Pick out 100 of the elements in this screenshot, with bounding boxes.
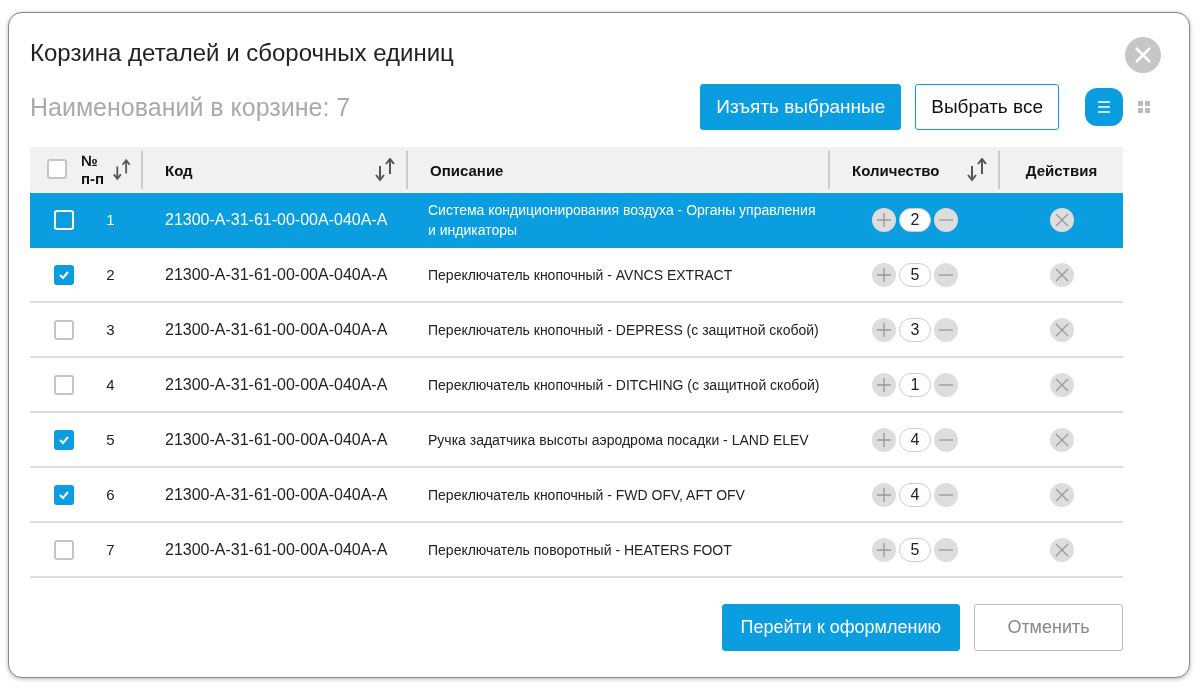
checkbox[interactable] bbox=[47, 158, 67, 179]
plus-icon bbox=[876, 486, 892, 503]
close-icon bbox=[1054, 267, 1069, 282]
part-description: Переключатель поворотный - HEATERS FOOT bbox=[428, 540, 732, 560]
checkbox[interactable] bbox=[54, 374, 74, 395]
quantity-value[interactable]: 5 bbox=[899, 537, 931, 562]
plus-button[interactable] bbox=[872, 482, 896, 507]
plus-icon bbox=[876, 376, 892, 393]
part-code: 21300-A-31-61-00-00A-040A-A bbox=[164, 320, 388, 339]
quantity-value[interactable]: 3 bbox=[899, 317, 931, 342]
minus-button[interactable] bbox=[934, 537, 958, 562]
column-header: Код bbox=[165, 161, 193, 179]
toolbar-button[interactable]: Выбрать все bbox=[915, 84, 1059, 130]
quantity-value[interactable]: 4 bbox=[899, 427, 931, 452]
quantity-stepper[interactable]: 2 bbox=[872, 207, 958, 232]
plus-button[interactable] bbox=[872, 262, 896, 287]
minus-button[interactable] bbox=[934, 372, 958, 397]
table-row[interactable]: 4 21300-A-31-61-00-00A-040A-A Переключатель кнопочный - DITCHING (с защитной скобой) 1 bbox=[30, 358, 1123, 413]
plus-button[interactable] bbox=[872, 427, 896, 452]
minus-button[interactable] bbox=[934, 427, 958, 452]
column-header: Количество bbox=[852, 161, 940, 179]
row-number: 6 bbox=[106, 486, 115, 503]
footer-button[interactable]: Отменить bbox=[974, 604, 1123, 651]
plus-button[interactable] bbox=[872, 317, 896, 342]
minus-icon bbox=[938, 438, 954, 441]
minus-icon bbox=[938, 273, 954, 276]
checkbox[interactable] bbox=[54, 484, 74, 505]
part-code: 21300-A-31-61-00-00A-040A-A bbox=[164, 210, 388, 229]
quantity-stepper[interactable]: 4 bbox=[872, 482, 958, 507]
quantity-stepper[interactable]: 5 bbox=[872, 262, 958, 287]
plus-button[interactable] bbox=[872, 537, 896, 562]
quantity-stepper[interactable]: 1 bbox=[872, 372, 958, 397]
table-row[interactable]: 6 21300-A-31-61-00-00A-040A-A Переключатель кнопочный - FWD OFV, AFT OFV 4 bbox=[30, 468, 1123, 523]
row-number: 4 bbox=[106, 376, 115, 393]
sort-icon[interactable] bbox=[111, 158, 131, 182]
quantity-value[interactable]: 5 bbox=[899, 262, 931, 287]
remove-button[interactable] bbox=[1049, 427, 1074, 452]
row-number: 5 bbox=[106, 431, 115, 448]
remove-button[interactable] bbox=[1049, 207, 1074, 232]
row-number: 7 bbox=[106, 541, 115, 558]
row-number: 1 bbox=[106, 211, 115, 228]
minus-icon bbox=[938, 548, 954, 551]
sort-icon[interactable] bbox=[966, 158, 988, 182]
part-description: Ручка задатчика высоты аэродрома посадки - LAND ELEV bbox=[428, 430, 809, 450]
part-code: 21300-A-31-61-00-00A-040A-A bbox=[164, 375, 388, 394]
column-header: № п-п bbox=[81, 152, 106, 188]
part-description: Система кондиционирования воздуха - Органы управления и индикаторы bbox=[428, 200, 817, 240]
minus-icon bbox=[938, 218, 954, 221]
table-row[interactable]: 1 21300-A-31-61-00-00A-040A-A Система кондиционирования воздуха - Органы управления и индикаторы 2 bbox=[30, 193, 1123, 248]
part-description: Переключатель кнопочный - DEPRESS (с защитной скобой) bbox=[428, 320, 819, 340]
close-icon bbox=[1054, 322, 1069, 337]
plus-button[interactable] bbox=[872, 207, 896, 232]
view-toggle[interactable] bbox=[1085, 88, 1123, 126]
minus-icon bbox=[938, 493, 954, 496]
close-icon bbox=[1054, 487, 1069, 502]
quantity-stepper[interactable]: 4 bbox=[872, 427, 958, 452]
minus-button[interactable] bbox=[934, 262, 958, 287]
part-code: 21300-A-31-61-00-00A-040A-A bbox=[164, 430, 388, 449]
checkbox[interactable] bbox=[54, 429, 74, 450]
sort-icon[interactable] bbox=[374, 158, 396, 182]
part-code: 21300-A-31-61-00-00A-040A-A bbox=[164, 540, 388, 559]
close-icon bbox=[1134, 46, 1152, 64]
quantity-stepper[interactable]: 5 bbox=[872, 537, 958, 562]
grid-icon bbox=[1138, 101, 1150, 113]
part-description: Переключатель кнопочный - AVNCS EXTRACT bbox=[428, 265, 733, 285]
minus-button[interactable] bbox=[934, 482, 958, 507]
close-icon bbox=[1054, 377, 1069, 392]
table-row[interactable]: 2 21300-A-31-61-00-00A-040A-A Переключатель кнопочный - AVNCS EXTRACT 5 bbox=[30, 248, 1123, 303]
quantity-stepper[interactable]: 3 bbox=[872, 317, 958, 342]
column-header: Действия bbox=[1025, 161, 1098, 179]
minus-button[interactable] bbox=[934, 207, 958, 232]
checkbox[interactable] bbox=[54, 264, 74, 285]
dialog-title: Корзина деталей и сборочных единиц bbox=[30, 38, 455, 68]
plus-button[interactable] bbox=[872, 372, 896, 397]
remove-button[interactable] bbox=[1049, 537, 1074, 562]
remove-button[interactable] bbox=[1049, 317, 1074, 342]
quantity-value[interactable]: 1 bbox=[899, 372, 931, 397]
remove-button[interactable] bbox=[1049, 372, 1074, 397]
table-row[interactable]: 3 21300-A-31-61-00-00A-040A-A Переключатель кнопочный - DEPRESS (с защитной скобой) 3 bbox=[30, 303, 1123, 358]
close-button[interactable] bbox=[1125, 37, 1161, 73]
minus-button[interactable] bbox=[934, 317, 958, 342]
quantity-value[interactable]: 4 bbox=[899, 482, 931, 507]
part-description: Переключатель кнопочный - FWD OFV, AFT OFV bbox=[428, 485, 745, 505]
plus-icon bbox=[876, 321, 892, 338]
checkbox[interactable] bbox=[54, 319, 74, 340]
checkbox[interactable] bbox=[54, 539, 74, 560]
row-number: 2 bbox=[106, 266, 115, 283]
quantity-value[interactable]: 2 bbox=[899, 207, 931, 232]
part-description: Переключатель кнопочный - DITCHING (с защитной скобой) bbox=[428, 375, 820, 395]
table-row[interactable]: 7 21300-A-31-61-00-00A-040A-A Переключатель поворотный - HEATERS FOOT 5 bbox=[30, 523, 1123, 578]
minus-icon bbox=[938, 383, 954, 386]
remove-button[interactable] bbox=[1049, 262, 1074, 287]
column-header: Описание bbox=[430, 161, 504, 179]
item-count: Наименований в корзине: 7 bbox=[30, 92, 352, 122]
close-icon bbox=[1054, 542, 1069, 557]
table-row[interactable]: 5 21300-A-31-61-00-00A-040A-A Ручка задатчика высоты аэродрома посадки - LAND ELEV 4 bbox=[30, 413, 1123, 468]
list-icon bbox=[1097, 101, 1111, 113]
minus-icon bbox=[938, 328, 954, 331]
remove-button[interactable] bbox=[1049, 482, 1074, 507]
part-code: 21300-A-31-61-00-00A-040A-A bbox=[164, 265, 388, 284]
